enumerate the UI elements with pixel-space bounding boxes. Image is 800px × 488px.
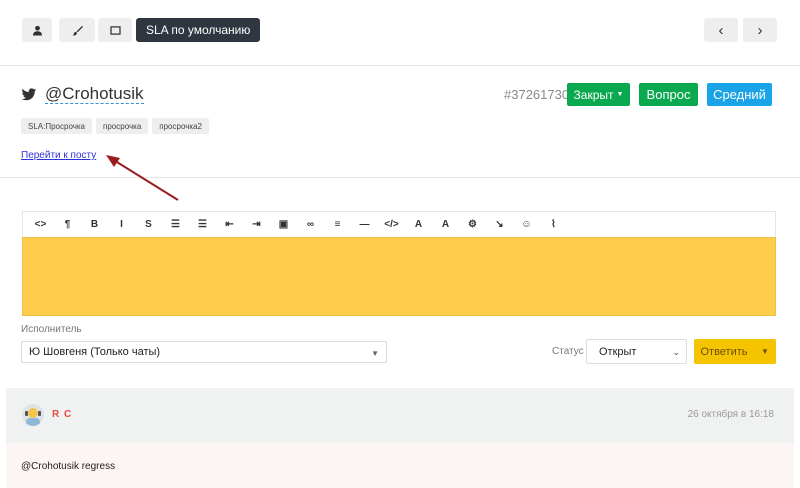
strikethrough-icon[interactable]: S xyxy=(135,213,162,237)
paragraph-icon[interactable]: ¶ xyxy=(54,213,81,237)
reply-button[interactable]: Ответить xyxy=(694,339,754,364)
chevron-down-icon: ⌄ xyxy=(672,347,680,357)
bold-icon[interactable]: B xyxy=(81,213,108,237)
message-author: R C xyxy=(52,409,73,420)
link-icon[interactable]: ∞ xyxy=(297,213,324,237)
avatar xyxy=(22,404,44,426)
go-to-post-link[interactable]: Перейти к посту xyxy=(21,150,96,161)
twitter-icon xyxy=(21,87,37,100)
chevron-right-icon: › xyxy=(757,21,763,39)
italic-icon[interactable]: I xyxy=(108,213,135,237)
closed-status-label: Закрыт xyxy=(573,87,614,102)
code-icon[interactable]: </> xyxy=(378,213,405,237)
window-icon[interactable] xyxy=(98,18,132,42)
editor-toolbar: <> ¶ B I S ☰ ☰ ⇤ ⇥ ▣ ∞ ≡ — </> A A ⚙ ↘ ☺ ⌇ xyxy=(22,211,776,237)
settings-icon[interactable]: ⚙ xyxy=(459,213,486,237)
tag[interactable]: просрочка2 xyxy=(152,118,209,134)
reply-label: Ответить xyxy=(700,345,748,358)
brush-icon[interactable] xyxy=(59,18,95,42)
background-color-icon[interactable]: A xyxy=(432,213,459,237)
priority-button[interactable]: Средний xyxy=(707,83,772,106)
status-value: Открыт xyxy=(599,345,637,358)
assignee-select[interactable]: Ю Шовгеня (Только чаты) ▼ xyxy=(21,341,387,363)
indent-icon[interactable]: ⇥ xyxy=(243,213,270,237)
question-type-label: Вопрос xyxy=(646,87,691,102)
closed-status-button[interactable]: Закрыт ▼ xyxy=(567,83,630,106)
top-toolbar: SLA по умолчанию ‹ › xyxy=(0,0,800,66)
message-header: R C 26 октября в 16:18 xyxy=(6,388,794,443)
reply-dropdown-button[interactable]: ▼ xyxy=(754,339,776,364)
handle-link[interactable]: @Crohotusik xyxy=(45,85,144,104)
ticket-page: SLA по умолчанию ‹ › @Crohotusik #372617… xyxy=(0,0,800,488)
prev-button[interactable]: ‹ xyxy=(704,18,738,42)
assignee-value: Ю Шовгеня (Только чаты) xyxy=(29,346,161,358)
annotation-arrow xyxy=(106,155,179,201)
message-body: @Crohotusik regress xyxy=(6,443,794,488)
tag-list: SLA:Просрочка просрочка просрочка2 xyxy=(21,118,209,134)
caret-down-icon: ▼ xyxy=(616,91,624,98)
status-select[interactable]: Открыт ⌄ xyxy=(586,339,687,364)
text-color-icon[interactable]: A xyxy=(405,213,432,237)
reply-editor[interactable] xyxy=(22,237,776,316)
horizontal-rule-icon[interactable]: — xyxy=(351,213,378,237)
sla-default-label: SLA по умолчанию xyxy=(146,23,251,37)
message-text: @Crohotusik regress xyxy=(21,461,116,472)
chevron-left-icon: ‹ xyxy=(718,21,724,39)
question-type-button[interactable]: Вопрос xyxy=(639,83,698,106)
priority-label: Средний xyxy=(713,87,766,102)
ticket-handle: @Crohotusik xyxy=(21,85,144,104)
assignee-label: Исполнитель xyxy=(21,324,82,335)
code-view-icon[interactable]: <> xyxy=(27,213,54,237)
user-icon[interactable] xyxy=(22,18,52,42)
status-label: Статус xyxy=(552,346,584,357)
message-time: 26 октября в 16:18 xyxy=(687,409,774,420)
tag[interactable]: SLA:Просрочка xyxy=(21,118,93,134)
sla-default-button[interactable]: SLA по умолчанию xyxy=(136,18,261,42)
attachment-icon[interactable]: ⌇ xyxy=(540,213,567,237)
numbered-list-icon[interactable]: ☰ xyxy=(189,213,216,237)
emoji-icon[interactable]: ☺ xyxy=(513,213,540,237)
image-icon[interactable]: ▣ xyxy=(270,213,297,237)
bullet-list-icon[interactable]: ☰ xyxy=(162,213,189,237)
caret-down-icon: ▼ xyxy=(761,347,769,356)
format-brush-icon[interactable]: ↘ xyxy=(486,213,513,237)
align-icon[interactable]: ≡ xyxy=(324,213,351,237)
next-button[interactable]: › xyxy=(743,18,777,42)
outdent-icon[interactable]: ⇤ xyxy=(216,213,243,237)
ticket-id: #37261730 xyxy=(504,87,570,102)
caret-down-icon: ▼ xyxy=(371,349,379,358)
tag[interactable]: просрочка xyxy=(96,118,149,134)
